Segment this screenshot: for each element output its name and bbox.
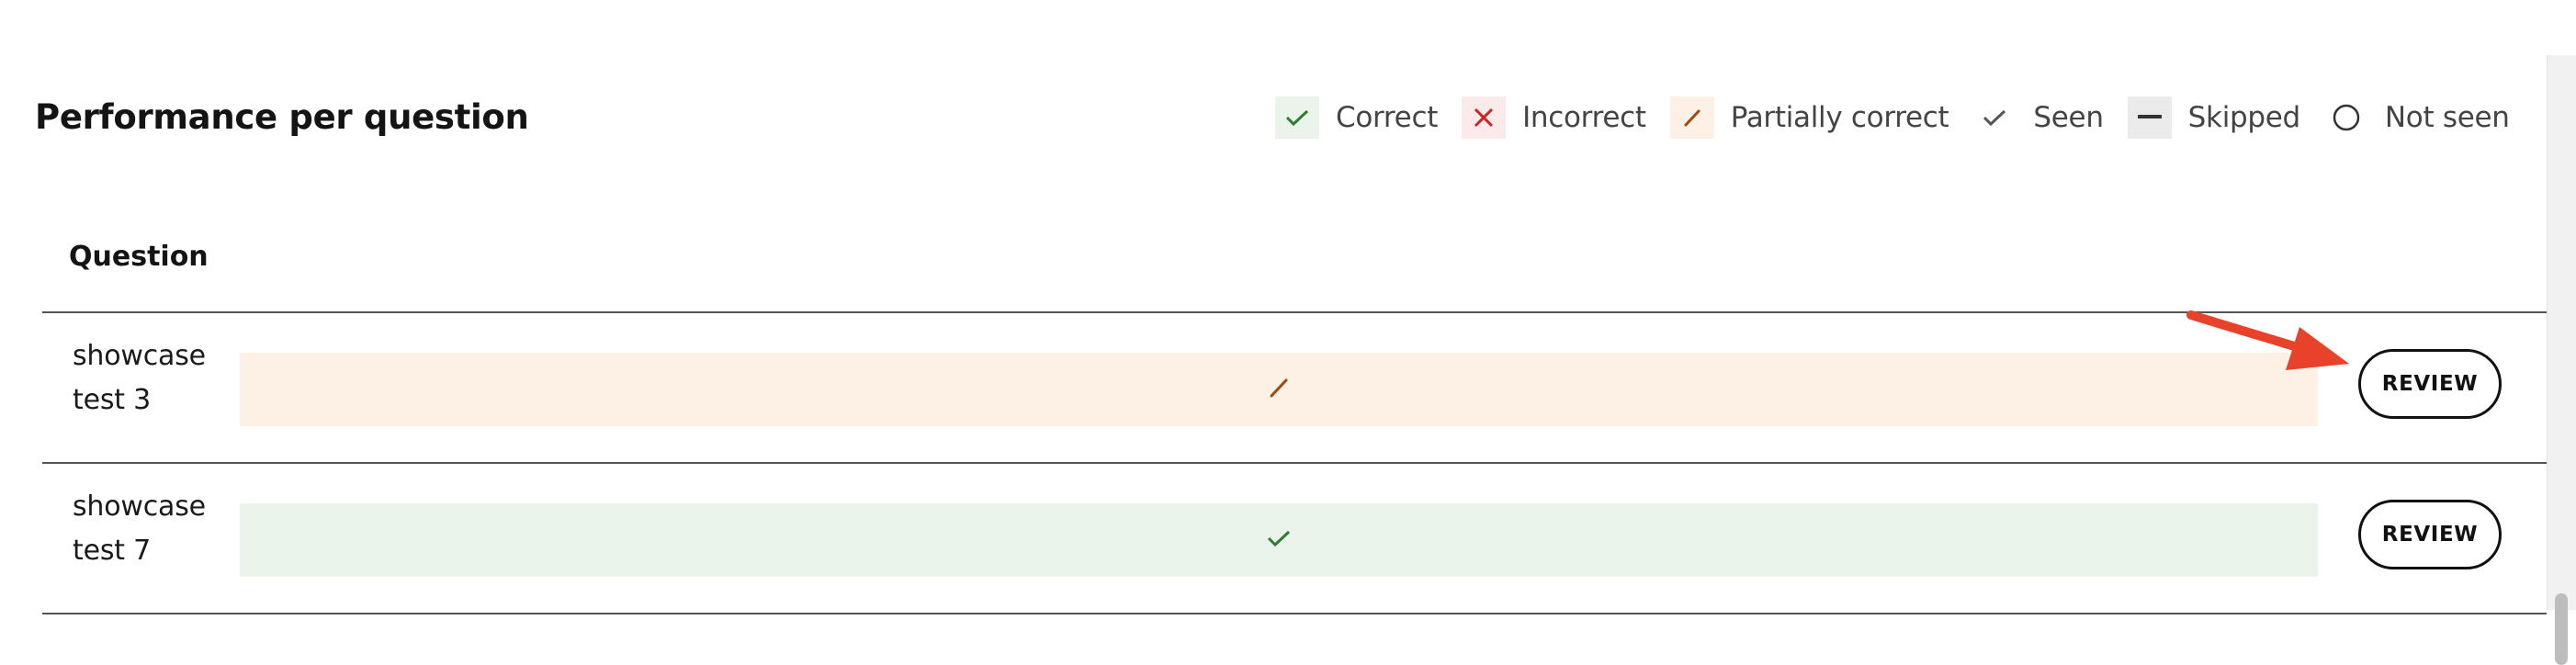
legend-label-partial: Partially correct: [1730, 101, 1949, 134]
legend-label-correct: Correct: [1336, 101, 1439, 134]
legend-incorrect: Incorrect: [1462, 96, 1646, 139]
circle-icon: [2324, 96, 2368, 139]
legend-label-incorrect: Incorrect: [1522, 101, 1646, 134]
vertical-scrollbar[interactable]: [2547, 55, 2576, 665]
review-button[interactable]: REVIEW: [2358, 349, 2502, 419]
check-icon: [1267, 529, 1291, 551]
review-button[interactable]: REVIEW: [2358, 500, 2502, 569]
result-cell-correct: [240, 503, 2318, 577]
cross-icon: [1462, 96, 1507, 139]
question-label: showcase test 7: [73, 490, 206, 567]
question-label: showcase test 3: [73, 340, 206, 416]
legend-partial: Partially correct: [1669, 96, 1949, 139]
legend-label-not-seen: Not seen: [2384, 101, 2510, 134]
legend-skipped: Skipped: [2127, 96, 2301, 139]
table-row: showcase test 7 REVIEW: [42, 463, 2547, 612]
column-header-question: Question: [69, 241, 209, 273]
legend-not-seen: Not seen: [2324, 96, 2510, 139]
slash-icon: [1268, 377, 1290, 402]
legend-label-skipped: Skipped: [2187, 101, 2301, 134]
table-row: showcase test 3 REVIEW: [42, 312, 2547, 461]
legend-label-seen: Seen: [2033, 101, 2104, 134]
dash-icon: [2127, 96, 2172, 139]
page-title: Performance per question: [35, 97, 529, 137]
legend-seen: Seen: [1972, 96, 2104, 139]
table-divider: [42, 613, 2547, 614]
check-icon: [1972, 96, 2017, 139]
status-legend: Correct Incorrect Partially correct Seen…: [1275, 96, 2510, 140]
legend-correct: Correct: [1275, 96, 1438, 139]
check-icon: [1275, 96, 1319, 139]
slash-icon: [1669, 96, 1714, 139]
result-cell-partial: [240, 353, 2318, 426]
scrollbar-thumb[interactable]: [2555, 593, 2568, 665]
